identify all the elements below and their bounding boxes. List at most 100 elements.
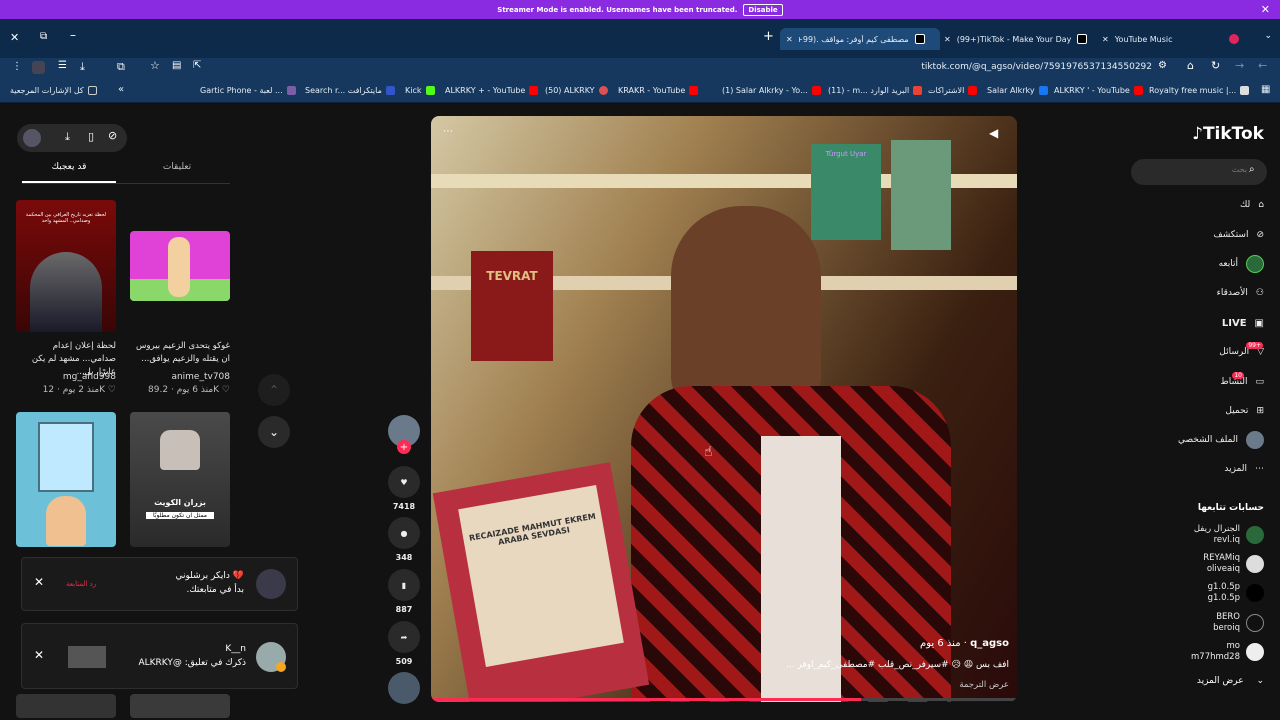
download-icon[interactable]: ⤓ xyxy=(65,130,70,144)
forward-icon[interactable]: → xyxy=(1235,59,1244,72)
nav-more[interactable]: ⋯ المزيد xyxy=(1224,457,1264,481)
bookmark-alkrky-yt2[interactable]: ALKRKY ' - YouTube xyxy=(1054,86,1143,95)
reload-icon[interactable]: ↻ xyxy=(1211,59,1220,72)
back-icon[interactable]: ← xyxy=(1258,59,1267,72)
nav-explore[interactable]: ⊘ استكشف xyxy=(1213,223,1264,247)
new-tab-icon[interactable]: + xyxy=(763,29,774,44)
history-icon[interactable]: ☰ xyxy=(58,60,67,71)
close-icon[interactable]: ✕ xyxy=(1261,3,1270,16)
nav-following[interactable]: أتابعه xyxy=(1219,252,1264,276)
video-thumbnail[interactable] xyxy=(130,694,230,718)
bookmark-alkrky-yt[interactable]: ALKRKY + - YouTube xyxy=(445,86,539,95)
bookmark-alkrky-50[interactable]: (50) ALKRKY xyxy=(545,86,608,95)
video-username[interactable]: anime_tv708 xyxy=(132,372,230,382)
nav-for-you[interactable]: ⌂ لك xyxy=(1240,193,1264,217)
previous-video-chevron-up-icon[interactable]: ⌃ xyxy=(258,374,290,406)
video-thumbnail[interactable]: لحظة تعزيه تاريخ العراقي بين المحكمة وصد… xyxy=(16,200,116,332)
bookmark-all[interactable]: كل الإشارات المرجعية xyxy=(10,86,97,95)
tiktok-logo[interactable]: ♪TikTok xyxy=(1192,124,1264,144)
comment-action[interactable]: ● 348 xyxy=(388,517,420,562)
search-icon[interactable]: ⌕ xyxy=(1249,164,1255,175)
tab-close-icon[interactable]: ✕ xyxy=(786,35,793,44)
tab-close-icon[interactable]: ✕ xyxy=(1102,35,1109,44)
bookmark-royalty[interactable]: Royalty free music |... xyxy=(1149,86,1250,95)
see-translation-link[interactable]: عرض الترجمة xyxy=(911,680,1009,690)
comment-icon[interactable]: ● xyxy=(388,517,420,549)
nav-friends[interactable]: ⚇ الأصدقاء xyxy=(1217,281,1264,305)
avatar[interactable] xyxy=(23,129,41,147)
avatar[interactable] xyxy=(256,569,286,599)
nav-live[interactable]: ▣ LIVE xyxy=(1222,311,1264,335)
next-video-chevron-down-icon[interactable]: ⌄ xyxy=(258,416,290,448)
video-thumbnail[interactable] xyxy=(130,231,230,301)
sound-disc-icon[interactable] xyxy=(388,672,420,704)
follow-notification[interactable]: ✕ رد المتابعة دايكر برشلوني 💔 بدأ في متا… xyxy=(21,557,298,611)
share-action[interactable]: ➦ 509 xyxy=(388,621,420,666)
device-icon[interactable]: ▯ xyxy=(88,130,94,143)
video-username[interactable]: q_agso xyxy=(970,638,1009,649)
tab-you-may-like[interactable]: قد يعجبك xyxy=(22,162,116,172)
search-input[interactable]: بحث xyxy=(1191,165,1247,174)
compass-icon[interactable]: ⊘ xyxy=(108,129,117,142)
bookmark-gartic[interactable]: Gartic Phone - لعبة ... xyxy=(200,86,296,95)
share-icon[interactable]: ⇱ xyxy=(193,60,201,71)
reader-icon[interactable]: ▤ xyxy=(172,60,181,71)
home-icon[interactable]: ⌂ xyxy=(1187,59,1194,72)
bookmark-star-icon[interactable]: ☆ xyxy=(150,59,160,72)
follow-back-button[interactable]: رد المتابعة xyxy=(66,580,96,588)
close-icon[interactable]: ✕ xyxy=(34,648,44,662)
followed-account[interactable]: REYAMiq oliveaiq xyxy=(1174,553,1264,575)
video-thumbnail[interactable] xyxy=(16,694,116,718)
bookmark-gmail[interactable]: (11) - m... البريد الوارد xyxy=(828,86,923,95)
bookmark-subscriptions[interactable]: الاشتراكات xyxy=(928,86,978,95)
follow-plus-icon[interactable]: + xyxy=(397,440,411,454)
mute-speaker-icon[interactable]: ◀ xyxy=(989,126,998,140)
followed-account[interactable]: g1.0.5p g1.0.5p xyxy=(1174,582,1264,604)
tab-youtube-music[interactable]: ✕ YouTube Music xyxy=(1102,28,1252,50)
extension-icon[interactable] xyxy=(32,61,45,74)
search-bar[interactable]: بحث ⌕ xyxy=(1131,159,1267,185)
video-username[interactable]: mg_ahd998 xyxy=(18,372,116,382)
site-settings-icon[interactable]: ⚙ xyxy=(1158,60,1167,71)
video-thumbnail[interactable]: بزران الكويت ممثل ان تكون مطلوبًا xyxy=(130,412,230,547)
nav-upload[interactable]: ⊞ تحميل xyxy=(1225,399,1264,423)
bookmark-search-minecraft[interactable]: Search r... مايتكرافت xyxy=(305,86,395,95)
minimize-icon[interactable]: – xyxy=(70,28,76,42)
apps-grid-icon[interactable]: ▦ xyxy=(1261,84,1270,95)
disable-streamer-button[interactable]: Disable xyxy=(743,3,783,16)
bookmark-krakr[interactable]: KRAKR - YouTube xyxy=(618,86,699,95)
bookmark-label: ALKRKY + - YouTube xyxy=(445,86,526,95)
nav-profile[interactable]: الملف الشخصي xyxy=(1178,428,1264,452)
followed-account[interactable]: BERO beroiq xyxy=(1174,612,1264,634)
account-handle: m77hmd28 xyxy=(1191,652,1240,662)
bookmarks-overflow-icon[interactable]: « xyxy=(118,84,124,95)
close-window-icon[interactable]: ✕ xyxy=(10,31,19,44)
bookmark-icon[interactable]: ▮ xyxy=(388,569,420,601)
bookmark-salar-fb[interactable]: Salar Alkrky xyxy=(987,86,1048,95)
save-action[interactable]: ▮ 887 xyxy=(388,569,420,614)
see-more-link[interactable]: عرض المزيد ⌄ xyxy=(1197,676,1264,686)
followed-account[interactable]: mo m77hmd28 xyxy=(1174,641,1264,663)
close-icon[interactable]: ✕ xyxy=(34,575,44,589)
tab-tiktok-video[interactable]: ✕ مصطفى كيم أوفر: مواقف .(99+) xyxy=(780,28,940,50)
download-icon[interactable]: ⤓ xyxy=(80,60,85,74)
tab-close-icon[interactable]: ✕ xyxy=(944,35,951,44)
share-arrow-icon[interactable]: ➦ xyxy=(388,621,420,653)
followed-account[interactable]: الجنرال ريفل revl.iq xyxy=(1174,524,1264,546)
extensions-puzzle-icon[interactable]: ⧉ xyxy=(117,60,125,74)
more-options-icon[interactable]: ⋯ xyxy=(443,126,453,137)
bookmark-salar-yt[interactable]: (1) Salar Alkrky - Yo... xyxy=(722,86,821,95)
tab-comments[interactable]: تعليقات xyxy=(130,162,224,172)
bookmark-kick[interactable]: Kick xyxy=(405,86,435,95)
like-action[interactable]: ♥ 7418 xyxy=(388,466,420,511)
heart-icon[interactable]: ♥ xyxy=(388,466,420,498)
video-thumbnail[interactable] xyxy=(16,412,116,547)
restore-icon[interactable]: ⧉ xyxy=(40,31,47,42)
video-caption[interactable]: غوكو يتحدى الزعيم بيروس ان يقتله والزعيم… xyxy=(132,340,230,366)
menu-dots-icon[interactable]: ⋮ xyxy=(12,61,22,72)
mention-notification[interactable]: ✕ K__n ذكرك في تعليق: @ALKRKY xyxy=(21,623,298,689)
video-player[interactable]: TEVRAT Türgut Uyar RECAIZADE MAHMUT EKRE… xyxy=(431,116,1017,702)
tab-search-chevron-icon[interactable]: ⌄ xyxy=(1264,31,1272,41)
tab-tiktok-home[interactable]: ✕ (99+)TikTok - Make Your Day xyxy=(944,28,1094,50)
url-field[interactable]: tiktok.com/@q_agso/video/759197653713455… xyxy=(820,62,1152,72)
